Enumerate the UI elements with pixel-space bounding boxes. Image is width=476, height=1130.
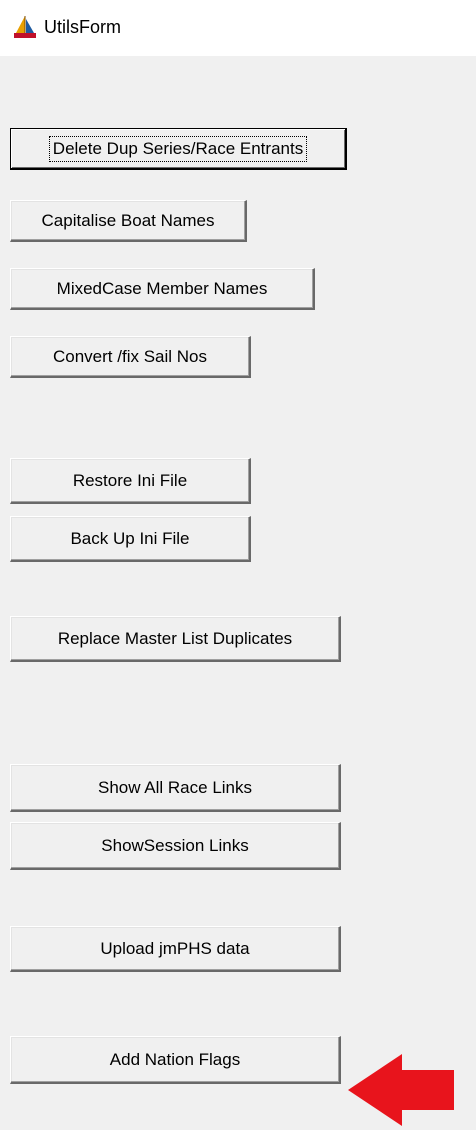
title-bar: UtilsForm xyxy=(0,0,476,56)
sailboat-icon xyxy=(12,14,38,40)
back-up-ini-file-button[interactable]: Back Up Ini File xyxy=(10,516,251,562)
upload-jmphs-data-button[interactable]: Upload jmPHS data xyxy=(10,926,341,972)
form-client-area: Delete Dup Series/Race Entrants Capitali… xyxy=(0,56,476,1124)
window-title: UtilsForm xyxy=(44,17,121,37)
button-label: Delete Dup Series/Race Entrants xyxy=(48,135,308,162)
delete-dup-entrants-button[interactable]: Delete Dup Series/Race Entrants xyxy=(10,128,347,170)
show-session-links-button[interactable]: ShowSession Links xyxy=(10,822,341,870)
restore-ini-file-button[interactable]: Restore Ini File xyxy=(10,458,251,504)
convert-fix-sail-nos-button[interactable]: Convert /fix Sail Nos xyxy=(10,336,251,378)
capitalise-boat-names-button[interactable]: Capitalise Boat Names xyxy=(10,200,247,242)
replace-master-list-duplicates-button[interactable]: Replace Master List Duplicates xyxy=(10,616,341,662)
red-arrow-left-icon xyxy=(348,1054,454,1126)
mixedcase-member-names-button[interactable]: MixedCase Member Names xyxy=(10,268,315,310)
add-nation-flags-button[interactable]: Add Nation Flags xyxy=(10,1036,341,1084)
show-all-race-links-button[interactable]: Show All Race Links xyxy=(10,764,341,812)
